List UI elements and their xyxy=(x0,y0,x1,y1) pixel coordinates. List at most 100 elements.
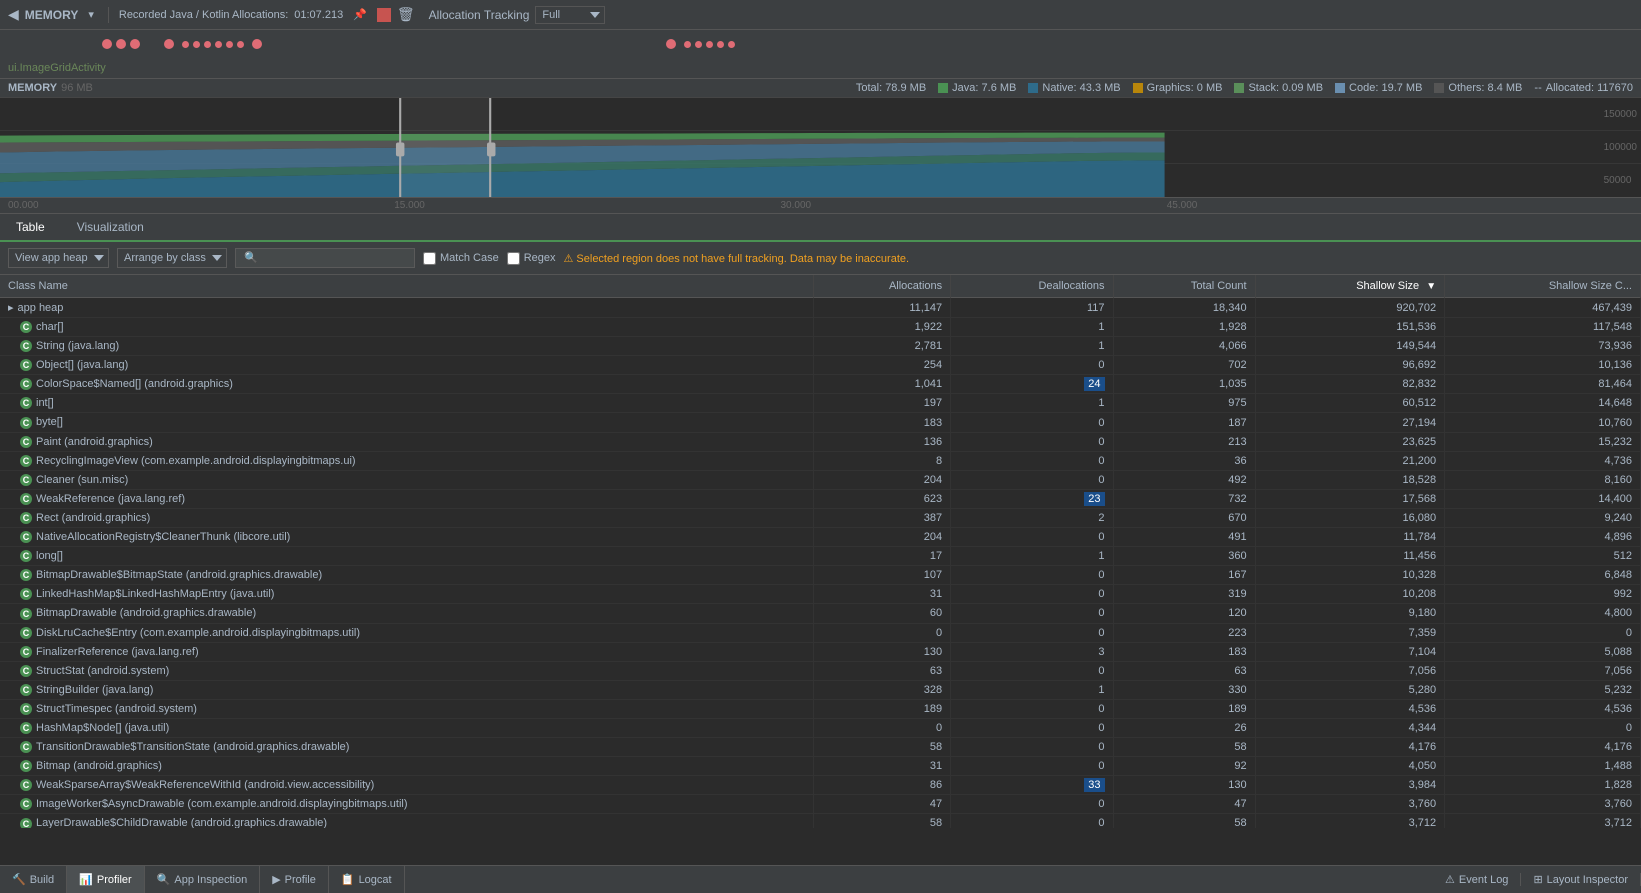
cell-deallocations: 1 xyxy=(951,337,1113,356)
bottom-tab-profile[interactable]: ▶ Profile xyxy=(260,866,329,893)
cell-allocations: 0 xyxy=(813,623,950,642)
view-app-heap-dropdown[interactable]: View app heap xyxy=(8,248,109,268)
cell-deallocations: 23 xyxy=(951,489,1113,508)
cell-allocations: 31 xyxy=(813,585,950,604)
table-row[interactable]: CBitmapDrawable$BitmapState (android.gra… xyxy=(0,566,1641,585)
table-row[interactable]: CDiskLruCache$Entry (com.example.android… xyxy=(0,623,1641,642)
trash-button[interactable]: 🗑 xyxy=(397,6,415,23)
tab-table[interactable]: Table xyxy=(0,214,61,242)
bottom-tab-app-inspection[interactable]: 🔍 App Inspection xyxy=(145,866,260,893)
dot-6 xyxy=(193,41,200,48)
section-dropdown[interactable]: ▾ xyxy=(84,6,98,23)
arrange-by-class-dropdown[interactable]: Arrange by class xyxy=(117,248,227,268)
cell-class-name: CStructTimespec (android.system) xyxy=(0,699,813,718)
col-shallow-size[interactable]: Shallow Size ▼ xyxy=(1255,275,1445,298)
dot-12 xyxy=(666,39,676,49)
cell-deallocations: 1 xyxy=(951,318,1113,337)
tabs-row: Table Visualization xyxy=(0,214,1641,242)
table-row[interactable]: Clong[]17136011,456512 xyxy=(0,547,1641,566)
table-row[interactable]: CStructTimespec (android.system)18901894… xyxy=(0,699,1641,718)
table-row[interactable]: Cchar[]1,92211,928151,536117,548 xyxy=(0,318,1641,337)
graphics-label: Graphics: 0 MB xyxy=(1147,82,1223,94)
table-header-row: Class Name Allocations Deallocations Tot… xyxy=(0,275,1641,298)
table-row[interactable]: CBitmapDrawable (android.graphics.drawab… xyxy=(0,604,1641,623)
table-row[interactable]: CLayerDrawable$ChildDrawable (android.gr… xyxy=(0,814,1641,828)
dot-14 xyxy=(695,41,702,48)
table-row[interactable]: CBitmap (android.graphics)310924,0501,48… xyxy=(0,757,1641,776)
cell-shallow_size: 4,176 xyxy=(1255,738,1445,757)
table-row[interactable]: CTransitionDrawable$TransitionState (and… xyxy=(0,738,1641,757)
cell-deallocations: 0 xyxy=(951,623,1113,642)
allocation-tracking-label: Allocation Tracking xyxy=(429,8,530,22)
table-row[interactable]: CColorSpace$Named[] (android.graphics)1,… xyxy=(0,375,1641,394)
match-case-checkbox[interactable]: Match Case xyxy=(423,252,499,265)
layout-inspector-tab[interactable]: ⊞ Layout Inspector xyxy=(1521,873,1641,886)
cell-deallocations: 0 xyxy=(951,528,1113,547)
table-row[interactable]: Cbyte[]183018727,19410,760 xyxy=(0,413,1641,432)
table-row[interactable]: CWeakReference (java.lang.ref)6232373217… xyxy=(0,489,1641,508)
cell-deallocations: 0 xyxy=(951,566,1113,585)
cell-shallow_size_c: 6,848 xyxy=(1445,566,1641,585)
cell-shallow_size: 18,528 xyxy=(1255,470,1445,489)
table-row[interactable]: CImageWorker$AsyncDrawable (com.example.… xyxy=(0,795,1641,814)
table-row[interactable]: CStructStat (android.system)630637,0567,… xyxy=(0,661,1641,680)
table-row[interactable]: CWeakSparseArray$WeakReferenceWithId (an… xyxy=(0,776,1641,795)
cell-class-name: Cbyte[] xyxy=(0,413,813,432)
cell-shallow_size_c: 467,439 xyxy=(1445,298,1641,318)
col-deallocations[interactable]: Deallocations xyxy=(951,275,1113,298)
native-color xyxy=(1028,83,1038,93)
col-class-name[interactable]: Class Name xyxy=(0,275,813,298)
cell-class-name: CLinkedHashMap$LinkedHashMapEntry (java.… xyxy=(0,585,813,604)
table-row[interactable]: CLinkedHashMap$LinkedHashMapEntry (java.… xyxy=(0,585,1641,604)
bottom-tab-build[interactable]: 🔨 Build xyxy=(0,866,67,893)
col-total-count[interactable]: Total Count xyxy=(1113,275,1255,298)
table-row[interactable]: CNativeAllocationRegistry$CleanerThunk (… xyxy=(0,528,1641,547)
table-row[interactable]: CRecyclingImageView (com.example.android… xyxy=(0,451,1641,470)
cell-shallow_size_c: 14,400 xyxy=(1445,489,1641,508)
stop-button[interactable] xyxy=(377,8,391,22)
col-shallow-size-c[interactable]: Shallow Size C... xyxy=(1445,275,1641,298)
table-row[interactable]: CCleaner (sun.misc)204049218,5288,160 xyxy=(0,470,1641,489)
table-row[interactable]: Cint[]197197560,51214,648 xyxy=(0,394,1641,413)
cell-allocations: 328 xyxy=(813,680,950,699)
pin-button[interactable]: 📌 xyxy=(349,6,371,23)
cell-shallow_size_c: 512 xyxy=(1445,547,1641,566)
cell-shallow_size_c: 0 xyxy=(1445,623,1641,642)
bottom-tab-logcat[interactable]: 📋 Logcat xyxy=(329,866,405,893)
cell-shallow_size_c: 73,936 xyxy=(1445,337,1641,356)
col-allocations[interactable]: Allocations xyxy=(813,275,950,298)
cell-deallocations: 0 xyxy=(951,451,1113,470)
full-dropdown[interactable]: Full Sampled xyxy=(535,6,605,24)
cell-total_count: 491 xyxy=(1113,528,1255,547)
dots-row xyxy=(0,30,1641,58)
table-row[interactable]: CPaint (android.graphics)136021323,62515… xyxy=(0,432,1641,451)
tab-visualization[interactable]: Visualization xyxy=(61,214,160,242)
cell-shallow_size_c: 5,232 xyxy=(1445,680,1641,699)
table-row[interactable]: CFinalizerReference (java.lang.ref)13031… xyxy=(0,642,1641,661)
table-row[interactable]: CString (java.lang)2,78114,066149,54473,… xyxy=(0,337,1641,356)
table-container[interactable]: Class Name Allocations Deallocations Tot… xyxy=(0,275,1641,828)
cell-allocations: 197 xyxy=(813,394,950,413)
table-row[interactable]: ▸app heap11,14711718,340920,702467,439 xyxy=(0,298,1641,318)
back-button[interactable]: ◀ xyxy=(8,6,19,23)
cell-total_count: 92 xyxy=(1113,757,1255,776)
table-row[interactable]: CStringBuilder (java.lang)32813305,2805,… xyxy=(0,680,1641,699)
regex-checkbox[interactable]: Regex xyxy=(507,252,556,265)
cell-shallow_size_c: 15,232 xyxy=(1445,432,1641,451)
table-row[interactable]: CObject[] (java.lang)254070296,69210,136 xyxy=(0,356,1641,375)
cell-deallocations: 0 xyxy=(951,699,1113,718)
cell-class-name: CFinalizerReference (java.lang.ref) xyxy=(0,642,813,661)
cell-deallocations: 0 xyxy=(951,432,1113,451)
dot-16 xyxy=(717,41,724,48)
table-row[interactable]: CHashMap$Node[] (java.util)00264,3440 xyxy=(0,718,1641,737)
table-row[interactable]: CRect (android.graphics)387267016,0809,2… xyxy=(0,508,1641,527)
dot-13 xyxy=(684,41,691,48)
bottom-tab-profiler[interactable]: 📊 Profiler xyxy=(67,866,145,893)
cell-shallow_size_c: 10,760 xyxy=(1445,413,1641,432)
cell-class-name: CWeakReference (java.lang.ref) xyxy=(0,489,813,508)
inspection-icon: 🔍 xyxy=(157,873,171,886)
cell-shallow_size: 9,180 xyxy=(1255,604,1445,623)
search-input[interactable] xyxy=(235,248,415,268)
event-log-tab[interactable]: ⚠ Event Log xyxy=(1433,873,1521,886)
data-table: Class Name Allocations Deallocations Tot… xyxy=(0,275,1641,828)
